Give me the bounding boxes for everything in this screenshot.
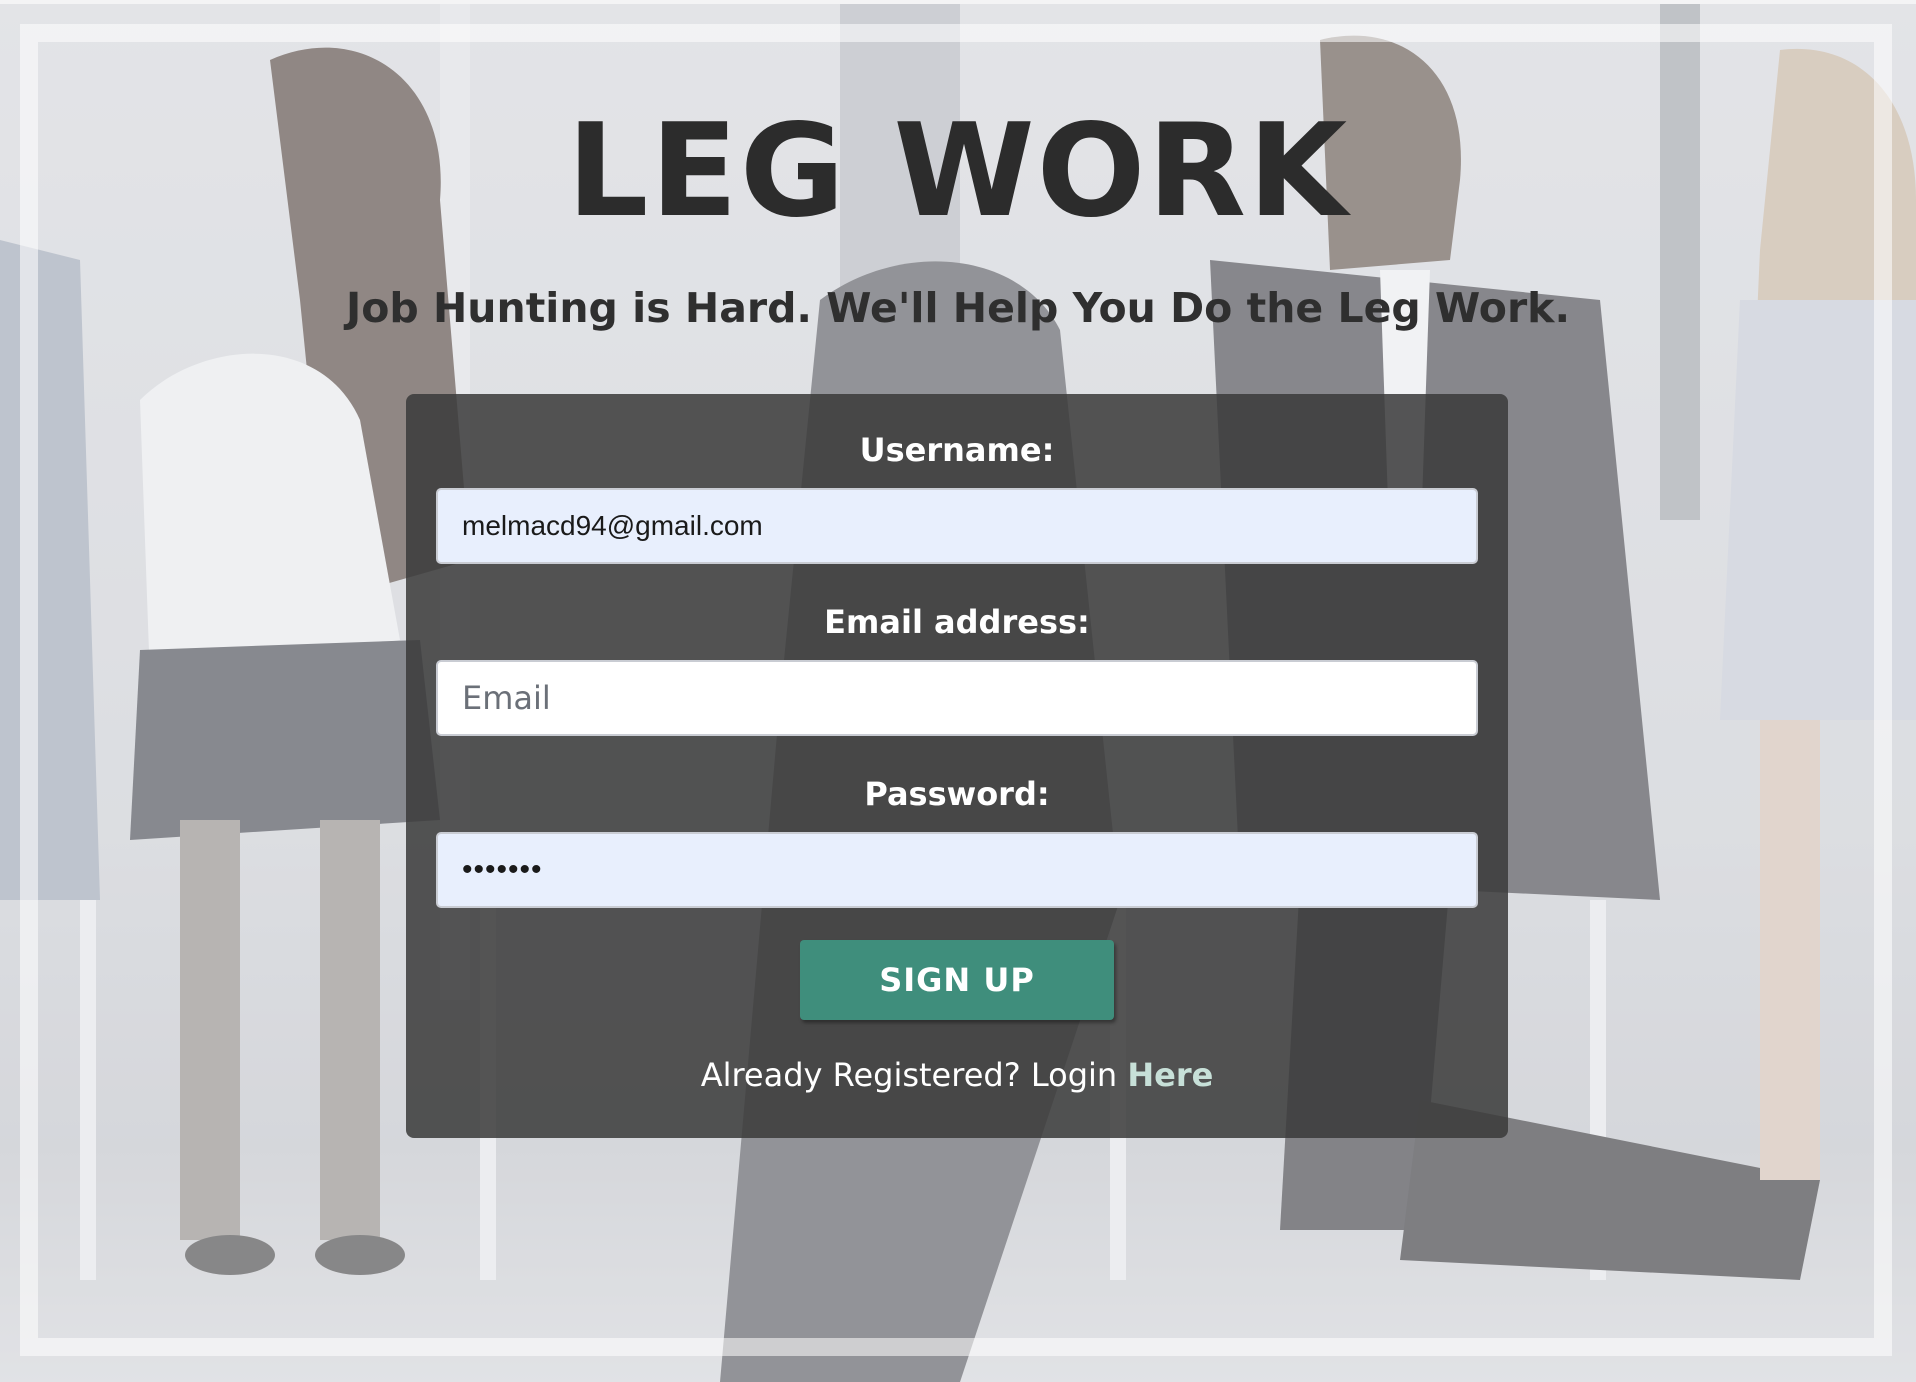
password-input[interactable] [436, 832, 1478, 908]
signup-page: LEG WORK Job Hunting is Hard. We'll Help… [0, 0, 1916, 1382]
sign-up-button[interactable]: SIGN UP [800, 940, 1114, 1020]
page-tagline: Job Hunting is Hard. We'll Help You Do t… [345, 284, 1571, 332]
login-here-link[interactable]: Here [1127, 1056, 1213, 1094]
page-title: LEG WORK [566, 97, 1350, 246]
username-input[interactable] [436, 488, 1478, 564]
login-prompt: Already Registered? Login Here [406, 1056, 1508, 1094]
email-input[interactable] [436, 660, 1478, 736]
login-prompt-text: Already Registered? Login [700, 1056, 1118, 1094]
username-label: Username: [859, 431, 1055, 469]
signup-form: Username: Email address: Password: SIGN … [406, 394, 1508, 1138]
password-label: Password: [864, 775, 1050, 813]
email-label: Email address: [824, 603, 1090, 641]
top-border [0, 0, 1916, 4]
